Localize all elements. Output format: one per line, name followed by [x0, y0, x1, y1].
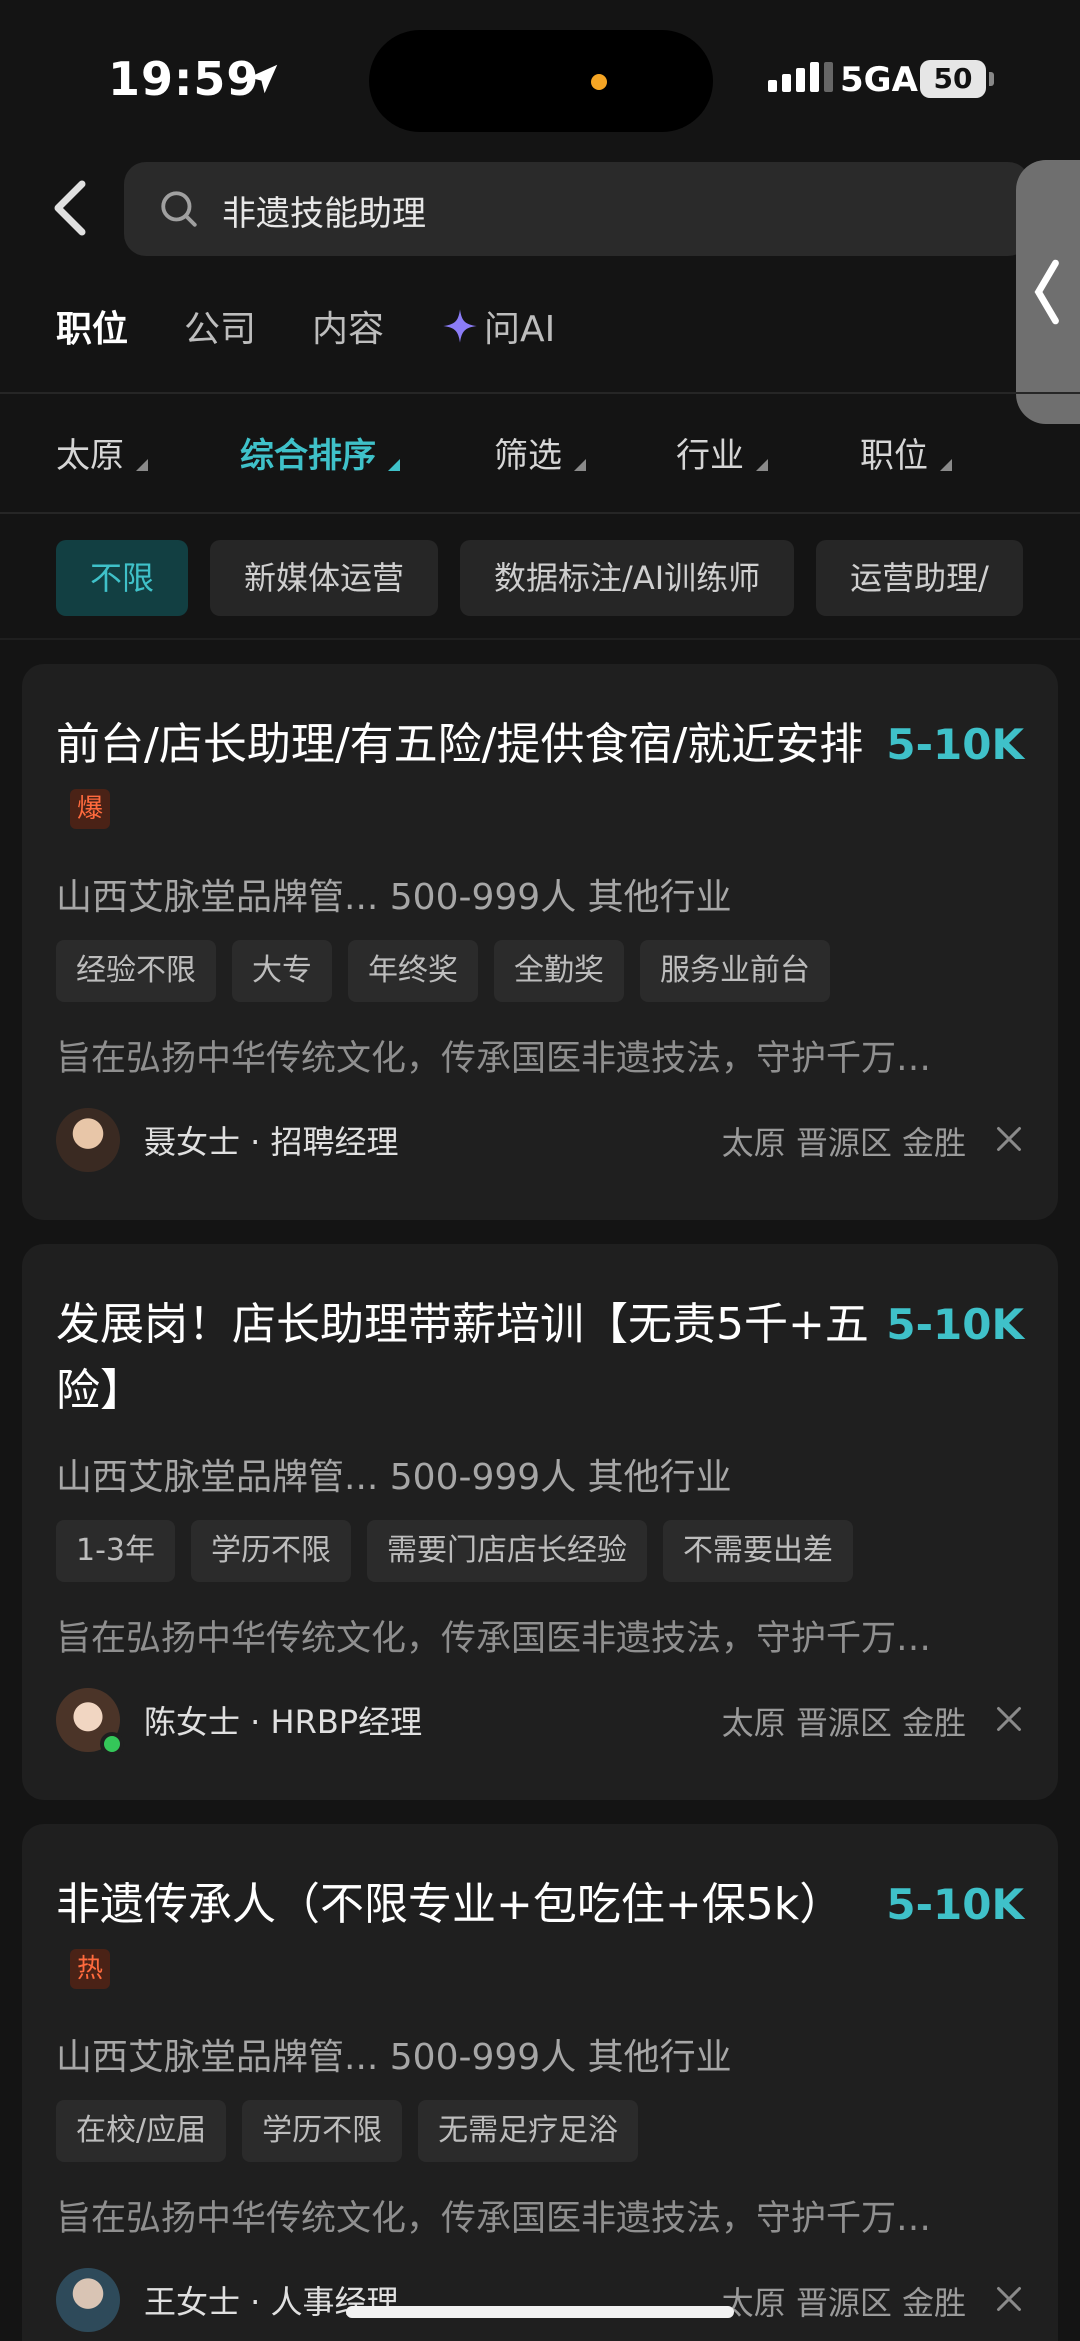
- close-icon[interactable]: [994, 2284, 1024, 2314]
- job-salary: 5-10K: [886, 720, 1024, 769]
- job-tag: 服务业前台: [640, 940, 830, 1002]
- job-description: 旨在弘扬中华传统文化，传承国医非遗技法，守护千万…: [56, 1039, 932, 1079]
- job-description: 旨在弘扬中华传统文化，传承国医非遗技法，守护千万…: [56, 2199, 932, 2239]
- job-location: 太原 晋源区 金胜: [721, 1704, 966, 1742]
- divider: [0, 512, 1080, 514]
- filter-city[interactable]: 太原: [56, 428, 148, 477]
- chevron-left-icon: [1034, 259, 1059, 325]
- tab-ask-ai[interactable]: 问AI: [440, 300, 555, 352]
- company-info: 山西艾脉堂品牌管... 500-999人 其他行业: [56, 2037, 732, 2078]
- filter-label: 筛选: [494, 436, 562, 476]
- divider: [0, 638, 1080, 640]
- online-status-dot: [100, 1732, 124, 1756]
- recruiter-info: 聂女士 · 招聘经理: [56, 1108, 399, 1172]
- search-query: 非遗技能助理: [222, 194, 426, 234]
- job-tag: 学历不限: [191, 1520, 351, 1582]
- job-title-text: 发展岗！店长助理带薪培训【无责5千+五险】: [56, 1299, 869, 1416]
- side-panel-handle[interactable]: [1016, 160, 1080, 424]
- job-tag: 1-3年: [56, 1520, 175, 1582]
- tab-jobs[interactable]: 职位: [56, 300, 128, 352]
- job-location: 太原 晋源区 金胜: [721, 2284, 966, 2322]
- tab-companies[interactable]: 公司: [184, 300, 256, 352]
- job-title: 前台/店长助理/有五险/提供食宿/就近安排爆: [56, 712, 876, 844]
- tab-ask-ai-label: 问AI: [484, 309, 556, 350]
- recruiter-name: 陈女士 · HRBP经理: [144, 1703, 423, 1741]
- dropdown-triangle-icon: [136, 458, 148, 471]
- recruiter-info: 王女士 · 人事经理: [56, 2268, 399, 2332]
- chip-data-labeling[interactable]: 数据标注/AI训练师: [460, 540, 795, 616]
- location-arrow-icon: [248, 64, 278, 94]
- tab-content[interactable]: 内容: [312, 300, 384, 352]
- category-chips: 不限 新媒体运营 数据标注/AI训练师 运营助理/: [56, 540, 1023, 616]
- home-indicator[interactable]: [346, 2306, 734, 2318]
- job-tag: 需要门店店长经验: [367, 1520, 647, 1582]
- avatar: [56, 2268, 120, 2332]
- filter-industry[interactable]: 行业: [676, 428, 768, 477]
- dropdown-triangle-icon: [940, 458, 952, 471]
- privacy-indicator-dot: [591, 74, 607, 90]
- search-input[interactable]: 非遗技能助理: [124, 162, 1030, 256]
- job-tag: 在校/应届: [56, 2100, 227, 2162]
- job-tag: 无需足疗足浴: [418, 2100, 639, 2162]
- back-chevron-icon[interactable]: [50, 180, 90, 236]
- dropdown-triangle-icon: [756, 458, 768, 471]
- job-salary: 5-10K: [886, 1300, 1024, 1349]
- chip-new-media[interactable]: 新媒体运营: [210, 540, 439, 616]
- job-tag: 全勤奖: [494, 940, 624, 1002]
- filter-label: 太原: [56, 436, 124, 476]
- job-tag: 大专: [232, 940, 332, 1002]
- job-tags: 经验不限 大专 年终奖 全勤奖 服务业前台: [56, 940, 830, 1002]
- filter-label: 行业: [676, 436, 744, 476]
- avatar: [56, 1108, 120, 1172]
- status-bar: 19:59 5GA 50: [0, 0, 1080, 150]
- job-location: 太原 晋源区 金胜: [721, 1124, 966, 1162]
- job-title: 发展岗！店长助理带薪培训【无责5千+五险】: [56, 1292, 876, 1424]
- job-title-text: 非遗传承人（不限专业+包吃住+保5k）: [56, 1879, 844, 1930]
- dropdown-triangle-icon: [574, 458, 586, 471]
- ai-sparkle-icon: [443, 309, 477, 343]
- job-tag: 学历不限: [242, 2100, 403, 2162]
- job-tag: 经验不限: [56, 940, 216, 1002]
- filter-bar: 太原 综合排序 筛选 行业 职位: [56, 428, 1056, 478]
- hot-badge: 热: [70, 1949, 110, 1989]
- job-tag: 不需要出差: [663, 1520, 853, 1582]
- avatar: [56, 1688, 124, 1756]
- company-info: 山西艾脉堂品牌管... 500-999人 其他行业: [56, 877, 732, 918]
- job-card[interactable]: 前台/店长助理/有五险/提供食宿/就近安排爆 5-10K 山西艾脉堂品牌管...…: [22, 664, 1058, 1220]
- filter-filter[interactable]: 筛选: [494, 428, 586, 477]
- close-icon[interactable]: [994, 1704, 1024, 1734]
- filter-label: 综合排序: [240, 436, 376, 476]
- job-card[interactable]: 发展岗！店长助理带薪培训【无责5千+五险】 5-10K 山西艾脉堂品牌管... …: [22, 1244, 1058, 1800]
- chip-ops-assistant[interactable]: 运营助理/: [816, 540, 1023, 616]
- result-tabs: 职位 公司 内容 问AI: [56, 300, 611, 352]
- company-info: 山西艾脉堂品牌管... 500-999人 其他行业: [56, 1457, 732, 1498]
- dropdown-triangle-icon: [388, 458, 400, 471]
- job-tags: 1-3年 学历不限 需要门店店长经验 不需要出差: [56, 1520, 853, 1582]
- battery-icon: 50: [920, 60, 986, 98]
- filter-sort[interactable]: 综合排序: [240, 428, 400, 477]
- filter-position[interactable]: 职位: [860, 428, 952, 477]
- job-description: 旨在弘扬中华传统文化，传承国医非遗技法，守护千万…: [56, 1619, 932, 1659]
- recruiter-name: 聂女士 · 招聘经理: [144, 1123, 399, 1161]
- job-title-text: 前台/店长助理/有五险/提供食宿/就近安排: [56, 719, 864, 770]
- close-icon[interactable]: [994, 1124, 1024, 1154]
- hot-badge: 爆: [70, 789, 110, 829]
- status-time: 19:59: [108, 52, 260, 106]
- battery-tip: [989, 72, 994, 86]
- dynamic-island: [369, 30, 713, 132]
- search-icon: [161, 191, 197, 227]
- network-type: 5GA: [840, 60, 918, 100]
- job-tag: 年终奖: [348, 940, 478, 1002]
- job-salary: 5-10K: [886, 1880, 1024, 1929]
- recruiter-info: 陈女士 · HRBP经理: [56, 1688, 423, 1756]
- divider: [0, 392, 1080, 394]
- job-title: 非遗传承人（不限专业+包吃住+保5k） 热: [56, 1872, 876, 2004]
- job-tags: 在校/应届 学历不限 无需足疗足浴: [56, 2100, 639, 2162]
- filter-label: 职位: [860, 436, 928, 476]
- job-card[interactable]: 非遗传承人（不限专业+包吃住+保5k） 热 5-10K 山西艾脉堂品牌管... 5…: [22, 1824, 1058, 2341]
- chip-unlimited[interactable]: 不限: [56, 540, 189, 616]
- signal-icon: [768, 62, 833, 92]
